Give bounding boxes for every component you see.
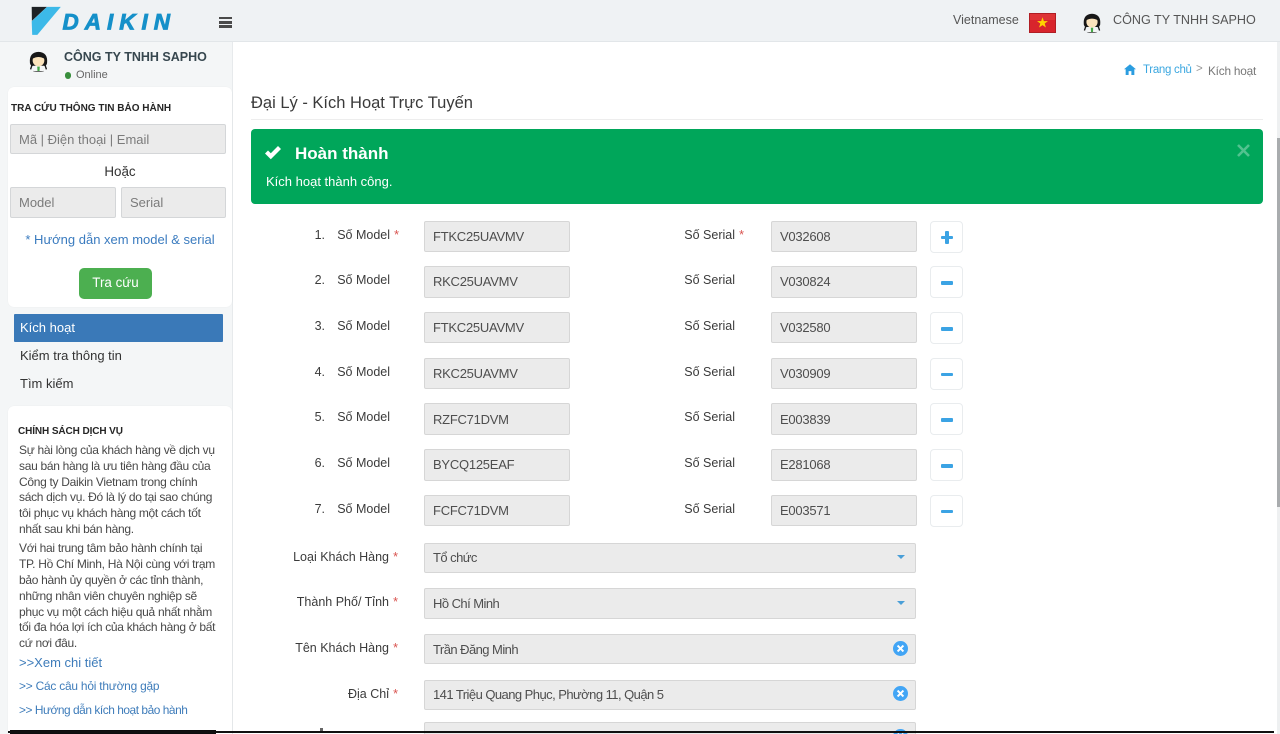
svg-text:DAIKIN: DAIKIN bbox=[63, 9, 177, 34]
